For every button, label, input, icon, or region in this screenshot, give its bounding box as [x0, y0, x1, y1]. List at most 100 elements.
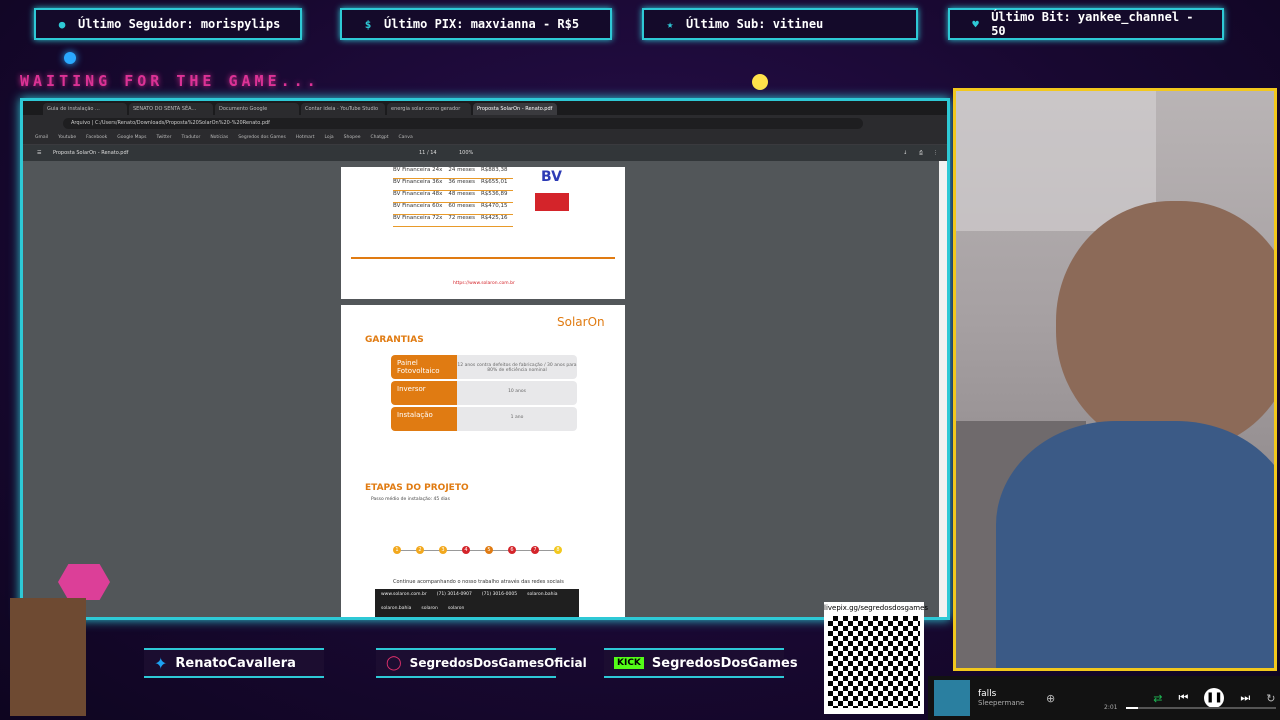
waiting-text: WAITING FOR THE GAME... — [20, 72, 320, 90]
stage-step: 6 — [508, 546, 516, 554]
bookmark[interactable]: Hotmart — [296, 135, 315, 140]
bookmarks-bar: Gmail Youtube Facebook Google Maps Twitt… — [23, 131, 947, 145]
financing-row: BV Financeira 60x 60 meses R$470,15 — [393, 203, 513, 215]
last-pix-alert: $ Último PIX: maxvianna - R$5 — [340, 8, 612, 40]
kick-handle-label: SegredosDosGames — [651, 655, 798, 671]
kick-icon: KICK — [614, 657, 644, 669]
bookmark[interactable]: Gmail — [35, 135, 48, 140]
track-artist: Sleepermane — [978, 699, 1025, 707]
stage-step: 8 — [554, 546, 562, 554]
track-info: falls Sleepermane — [978, 689, 1038, 707]
twitter-icon: ✦ — [154, 653, 168, 673]
financing-row: BV Financeira 72x 72 meses R$425,16 — [393, 215, 513, 227]
progress-track[interactable] — [1126, 707, 1276, 709]
webcam-person-head — [1056, 201, 1274, 451]
bookmark[interactable]: Google Maps — [117, 135, 146, 140]
kick-handle: KICK SegredosDosGames — [604, 648, 798, 678]
instagram-handle: ◯ SegredosDosGamesOficial — [376, 648, 587, 678]
bookmark[interactable]: Facebook — [86, 135, 107, 140]
bookmark[interactable]: Shopee — [344, 135, 361, 140]
browser-tab[interactable]: Contar ideia · YouTube Studio — [301, 103, 385, 115]
guarantee-label: Inversor — [391, 381, 457, 405]
contact-item: (71) 3016-0005 — [481, 592, 518, 597]
music-player: falls Sleepermane ⊕ ⇄ ⏮ ❚❚ ⏭ ↻ 2:01 — [928, 676, 1280, 720]
print-icon[interactable]: ⎙ — [919, 150, 923, 156]
guarantee-detail: 12 anos contra defeitos de fabricação / … — [457, 355, 577, 379]
contact-item: solaron — [447, 605, 465, 611]
bookmark[interactable]: Canva — [399, 135, 413, 140]
album-art — [934, 680, 970, 716]
space-invader-icon — [58, 564, 110, 600]
bv-logo: BV — [541, 169, 562, 185]
address-bar-row: Arquivo | C:/Users/Renato/Downloads/Prop… — [23, 115, 947, 131]
guarantee-label: Painel Fotovoltaico — [391, 355, 457, 379]
previous-icon[interactable]: ⏮ — [1178, 691, 1188, 705]
browser-tab[interactable]: Guia de instalação ... — [43, 103, 127, 115]
add-icon[interactable]: ⊕ — [1046, 692, 1055, 705]
pdf-toolbar: ☰ Proposta SolarOn - Renato.pdf 11 / 14 … — [23, 145, 947, 161]
progress-fill — [1126, 707, 1138, 709]
guarantee-detail: 1 ano — [457, 407, 577, 431]
heart-icon: ♥ — [972, 17, 979, 31]
pixel-character-avatar — [10, 598, 86, 716]
contact-item: (71) 3014-0907 — [436, 592, 472, 597]
stage-step: 2 — [416, 546, 424, 554]
last-bit-label: Último Bit: yankee_channel - 50 — [991, 10, 1194, 38]
bookmark[interactable]: Chatgpt — [371, 135, 389, 140]
pdf-page-indicator[interactable]: 11 / 14 — [419, 150, 437, 156]
stage-step: 7 — [531, 546, 539, 554]
url-field[interactable]: Arquivo | C:/Users/Renato/Downloads/Prop… — [63, 117, 863, 129]
pdf-page-guarantees: SolarOn GARANTIAS Painel Fotovoltaico 12… — [341, 305, 625, 617]
repeat-icon[interactable]: ↻ — [1266, 692, 1275, 705]
browser-tab[interactable]: energia solar como gerador — [387, 103, 471, 115]
bookmark[interactable]: Segredos dos Games — [238, 135, 286, 140]
stage-step: 3 — [439, 546, 447, 554]
browser-tab-strip: Guia de instalação ... SENATO DO SENTA S… — [23, 101, 947, 115]
pdf-title: Proposta SolarOn - Renato.pdf — [53, 150, 129, 156]
bookmark[interactable]: Twitter — [156, 135, 171, 140]
last-follower-label: Último Seguidor: morispylips — [78, 17, 281, 31]
twitter-handle-label: RenatoCavallera — [175, 655, 296, 671]
download-icon[interactable]: ↓ — [903, 150, 907, 156]
last-sub-alert: ★ Último Sub: vitineu — [642, 8, 918, 40]
bookmark[interactable]: Youtube — [58, 135, 76, 140]
contact-item: solaron — [421, 605, 438, 611]
social-follow-text: Continue acompanhando o nosso trabalho a… — [393, 579, 564, 585]
next-icon[interactable]: ⏭ — [1240, 691, 1250, 705]
stream-overlay: ● Último Seguidor: morispylips $ Último … — [0, 0, 1280, 720]
stages-subtitle: Passo médio de instalação: 45 dias — [371, 497, 450, 502]
guarantee-detail: 10 anos — [457, 381, 577, 405]
last-sub-label: Último Sub: vitineu — [686, 17, 824, 31]
dollar-icon: $ — [364, 17, 372, 31]
bookmark[interactable]: Tradutor — [182, 135, 201, 140]
more-options-icon[interactable]: ⋮ — [933, 150, 938, 156]
pdf-scrollbar[interactable] — [939, 161, 947, 617]
twitter-handle: ✦ RenatoCavallera — [144, 648, 324, 678]
contact-item: solaron.bahia — [381, 605, 412, 611]
guarantees-title: GARANTIAS — [365, 335, 424, 345]
pdf-viewport[interactable]: BV Financeira 24x 24 meses R$883,38 BV Fin… — [23, 161, 943, 617]
browser-tab[interactable]: SENATO DO SENTA SÉA... — [129, 103, 213, 115]
screen-capture: Guia de instalação ... SENATO DO SENTA S… — [20, 98, 950, 620]
qr-url: livepix.gg/segredosdosgames — [824, 604, 929, 612]
shuffle-icon[interactable]: ⇄ — [1153, 692, 1162, 705]
bookmark[interactable]: Notícias — [210, 135, 228, 140]
track-title: falls — [978, 689, 997, 699]
financing-row: BV Financeira 24x 24 meses R$883,38 — [393, 167, 513, 179]
elapsed-time: 2:01 — [1104, 704, 1118, 711]
browser-tab[interactable]: Documento Google — [215, 103, 299, 115]
star-icon: ★ — [666, 17, 674, 31]
pdf-page-financing: BV Financeira 24x 24 meses R$883,38 BV Fin… — [341, 167, 625, 299]
contact-item: www.solaron.com.br — [381, 592, 427, 597]
stage-step: 4 — [462, 546, 470, 554]
instagram-icon: ◯ — [386, 655, 402, 671]
solaron-logo: SolarOn — [557, 315, 605, 329]
menu-icon[interactable]: ☰ — [37, 150, 41, 156]
pdf-zoom[interactable]: 100% — [459, 150, 473, 156]
last-follower-alert: ● Último Seguidor: morispylips — [34, 8, 302, 40]
bookmark[interactable]: Loja — [324, 135, 333, 140]
pause-icon[interactable]: ❚❚ — [1204, 688, 1225, 708]
footer-divider — [351, 257, 615, 259]
webcam-feed — [953, 88, 1277, 671]
browser-tab-active[interactable]: Proposta SolarOn - Renato.pdf — [473, 103, 557, 115]
